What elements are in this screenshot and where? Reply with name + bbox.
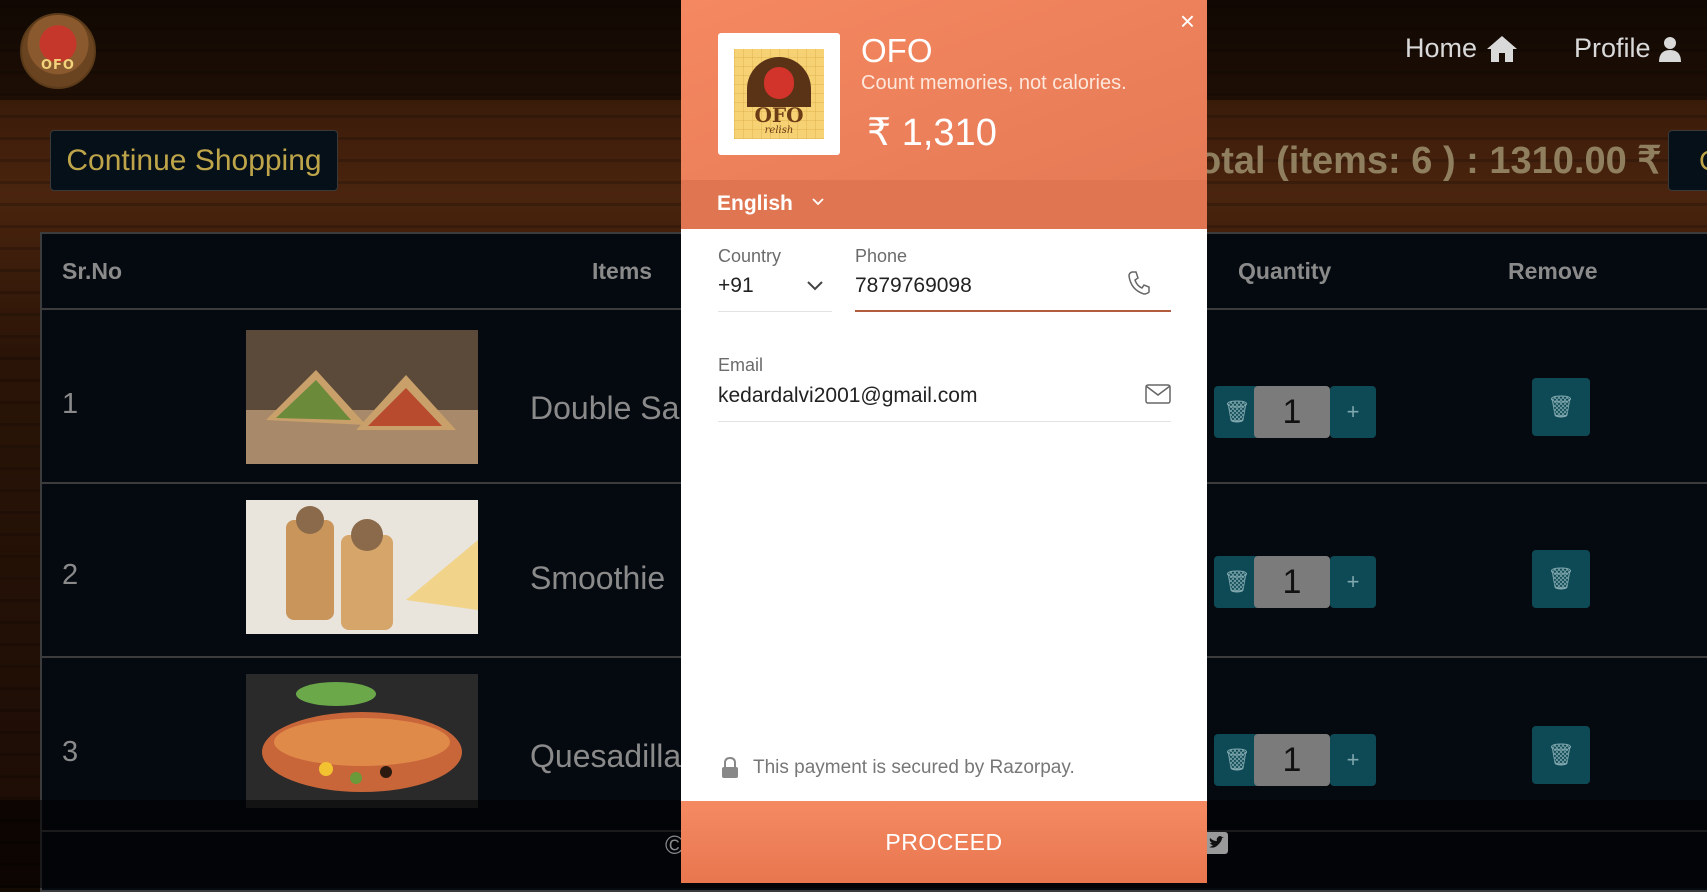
checkout-header: × OFO relish OFO Count memories, not cal… <box>681 0 1207 180</box>
remove-button[interactable]: 🗑 <box>1532 726 1590 784</box>
chevron-down-icon <box>812 198 824 206</box>
chevron-down-icon <box>807 281 823 291</box>
qty-value: 1 <box>1254 386 1330 438</box>
country-underline <box>718 311 832 312</box>
country-label: Country <box>718 246 782 266</box>
merchant-name: OFO <box>861 32 933 69</box>
phone-underline <box>855 310 1171 312</box>
language-label: English <box>717 192 793 215</box>
security-text: This payment is secured by Razorpay. <box>753 757 1075 778</box>
close-icon[interactable]: × <box>1180 6 1195 37</box>
phone-label: Phone <box>855 246 908 266</box>
qty-increase-button[interactable]: + <box>1330 386 1376 438</box>
proceed-button[interactable]: PROCEED <box>681 801 1207 883</box>
row-sr: 2 <box>62 559 79 591</box>
quesadilla-image <box>246 674 478 808</box>
nav-home-label: Home <box>1405 33 1478 63</box>
security-note: This payment is secured by Razorpay. <box>721 757 1075 779</box>
sandwich-image <box>246 330 478 464</box>
site-logo[interactable]: OFO <box>20 13 96 89</box>
merchant-tagline: Count memories, not calories. <box>861 72 1127 94</box>
country-value: +91 <box>718 274 754 297</box>
qty-value: 1 <box>1254 734 1330 786</box>
razorpay-checkout-modal: × OFO relish OFO Count memories, not cal… <box>681 0 1207 883</box>
row-sr: 3 <box>62 736 79 768</box>
mail-icon <box>1145 384 1171 404</box>
nav-profile-label: Profile <box>1574 33 1651 63</box>
nav-profile[interactable]: Profile <box>1574 33 1681 64</box>
header-remove: Remove <box>1508 258 1598 284</box>
qty-value: 1 <box>1254 556 1330 608</box>
smoothie-image <box>246 500 478 634</box>
twitter-icon[interactable] <box>1204 832 1228 854</box>
phone-input[interactable]: 7879769098 <box>855 270 1171 310</box>
header-quantity: Quantity <box>1238 258 1332 284</box>
cart-subtotal: otal (items: 6 ) : 1310.00 ₹ <box>1198 140 1662 182</box>
row-item-name: Smoothie <box>530 560 666 596</box>
header-sr: Sr.No <box>62 258 123 284</box>
remove-button[interactable]: 🗑 <box>1532 550 1590 608</box>
email-value: kedardalvi2001@gmail.com <box>718 384 978 407</box>
row-item-name: Double Sar <box>530 390 691 426</box>
phone-value: 7879769098 <box>855 274 972 297</box>
qty-increase-button[interactable]: + <box>1330 556 1376 608</box>
email-label: Email <box>718 355 764 375</box>
row-item-name: Quesadilla <box>530 738 682 774</box>
country-select[interactable]: +91 <box>718 270 832 310</box>
payment-amount: ₹ 1,310 <box>867 112 997 154</box>
row-sr: 1 <box>62 388 79 420</box>
user-icon <box>1658 36 1681 62</box>
phone-icon <box>1128 271 1150 295</box>
email-underline <box>718 421 1171 422</box>
merchant-logo: OFO relish <box>718 33 840 155</box>
email-input[interactable]: kedardalvi2001@gmail.com <box>718 380 1171 420</box>
language-selector[interactable]: English <box>681 180 1207 229</box>
home-icon <box>1487 35 1518 62</box>
merchant-logo-subtext: relish <box>764 125 794 136</box>
qty-increase-button[interactable]: + <box>1330 734 1376 786</box>
nav-home[interactable]: Home <box>1405 33 1519 64</box>
merchant-logo-text: OFO <box>754 103 804 127</box>
header-items: Items <box>592 258 653 284</box>
lock-icon <box>722 757 738 778</box>
continue-shopping-button[interactable]: Continue Shopping <box>50 130 338 191</box>
checkout-button[interactable]: C <box>1668 130 1707 191</box>
remove-button[interactable]: 🗑 <box>1532 378 1590 436</box>
